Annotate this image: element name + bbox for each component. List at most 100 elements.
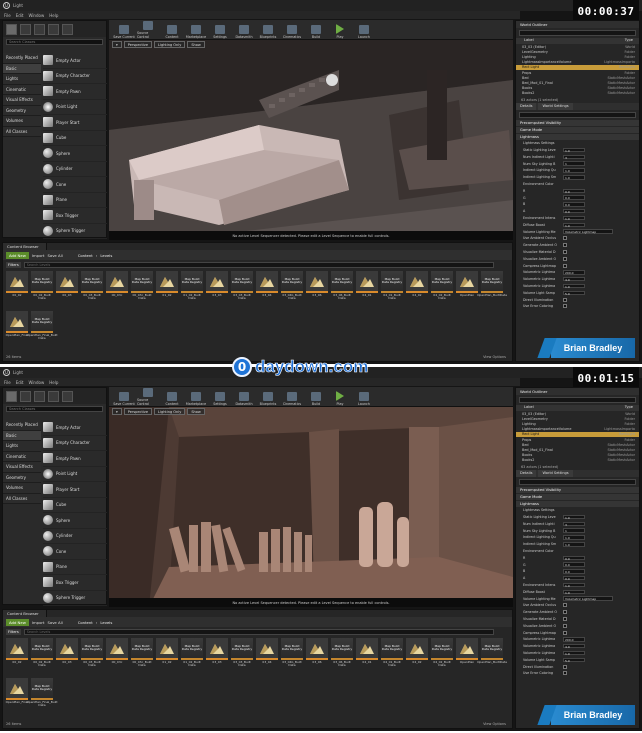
content-browser-tab[interactable]: Content Browser (3, 243, 47, 250)
asset-tile[interactable]: 03_03 (206, 271, 228, 309)
asset-tile[interactable]: Map Build Data Registry 03_06_Built Data (331, 638, 353, 676)
content-button[interactable]: Content (161, 21, 183, 39)
cinematics-button[interactable]: Cinematics (281, 388, 303, 406)
asset-tile[interactable]: Map Build Data Registry 00_03_Built Data (81, 271, 103, 309)
asset-tile[interactable]: Map Build Data Registry 00_02_Built Data (31, 638, 53, 676)
menu-window[interactable]: Window (28, 380, 44, 385)
property-value-field[interactable]: 0.0 (563, 195, 585, 200)
asset-tile[interactable]: 01_02 (156, 638, 178, 676)
details-section-header[interactable]: Precomputed Visibility (516, 486, 639, 493)
place-item[interactable]: Empty Character (43, 436, 107, 451)
settings-button[interactable]: Settings (209, 21, 231, 39)
property-value-field[interactable]: 0.0 (563, 562, 585, 567)
place-item[interactable]: Cube (43, 498, 107, 513)
marketplace-button[interactable]: Marketplace (185, 388, 207, 406)
property-value-field[interactable]: 0.0 (563, 188, 585, 194)
asset-tile[interactable]: 00_02 (6, 271, 28, 309)
property-value-field[interactable]: 1.0 (563, 147, 585, 153)
property-value-field[interactable]: 0.0 (563, 575, 585, 581)
view-options-button[interactable]: View Options (483, 355, 506, 359)
paint-mode-icon[interactable] (20, 24, 31, 35)
details-section-header[interactable]: Game Mode (516, 126, 639, 133)
property-value-field[interactable]: 5.0 (563, 290, 585, 296)
asset-tile[interactable]: OpenPlan (456, 271, 478, 309)
place-item[interactable]: Cylinder (43, 529, 107, 544)
asset-tile[interactable]: Map Build Data Registry 00_03c_Built Data (131, 638, 153, 676)
property-value-field[interactable]: 0.0 (563, 569, 585, 574)
category-cinematic[interactable]: Cinematic (3, 451, 41, 462)
category-visual-effects[interactable]: Visual Effects (3, 95, 41, 106)
place-item[interactable]: Sphere (43, 146, 107, 162)
asset-tile[interactable]: 03_06 (306, 638, 328, 676)
play-button[interactable]: Play (329, 388, 351, 406)
property-checkbox[interactable] (563, 623, 567, 628)
place-item[interactable]: Sphere Trigger (43, 591, 107, 606)
menu-edit[interactable]: Edit (16, 380, 24, 385)
settings-button[interactable]: Settings (209, 388, 231, 406)
asset-tile[interactable]: Map Build Data Registry 00_02_Built Data (31, 271, 53, 309)
asset-tile[interactable]: 04_01 (356, 638, 378, 676)
property-value-field[interactable]: 1.0 (563, 542, 585, 547)
place-item[interactable]: Player Start (43, 115, 107, 131)
property-checkbox[interactable] (563, 664, 567, 669)
property-checkbox[interactable] (563, 304, 567, 309)
save-all-button[interactable]: Save All (47, 620, 62, 625)
marketplace-button[interactable]: Marketplace (185, 21, 207, 39)
search-assets-input[interactable]: Search Levels (23, 261, 494, 268)
category-all-classes[interactable]: All Classes (3, 126, 41, 137)
asset-tile[interactable]: Map Build Data Registry OpenPlan_BuiltDat… (477, 271, 507, 309)
show-button[interactable]: Show (187, 41, 205, 48)
light-gizmo[interactable] (326, 74, 338, 86)
place-item[interactable]: Box Trigger (43, 575, 107, 591)
asset-tile[interactable]: 04_02 (406, 271, 428, 309)
asset-tile[interactable]: 03_04 (256, 638, 278, 676)
filters-button[interactable]: Filters (6, 628, 21, 635)
view-options-button[interactable]: View Options (483, 722, 506, 726)
property-value-field[interactable]: 5.0 (563, 657, 585, 663)
property-value-field[interactable]: 4.0 (563, 276, 585, 282)
asset-tile[interactable]: Map Build Data Registry 03_03_Built Data (231, 638, 253, 676)
property-value-field[interactable]: 1.0 (563, 215, 585, 221)
foliage-mode-icon[interactable] (48, 391, 59, 402)
save-current-button[interactable]: Save Current (113, 388, 135, 406)
asset-tile[interactable]: 00_03 (56, 271, 78, 309)
property-value-field[interactable]: 200.0 (563, 270, 585, 275)
place-mode-icon[interactable] (6, 24, 17, 35)
asset-tile[interactable]: 04_01 (356, 271, 378, 309)
add-new-button[interactable]: Add New (6, 618, 29, 626)
property-value-field[interactable]: Volumetric Lightmap (563, 596, 613, 601)
asset-tile[interactable]: OpenPlan (456, 638, 478, 676)
property-value-field[interactable]: 3 (563, 521, 585, 527)
level-viewport[interactable]: ▾ Perspective Lighting Only Show No acti… (109, 40, 513, 240)
details-search-input[interactable] (519, 111, 636, 118)
place-mode-icon[interactable] (6, 391, 17, 402)
place-item[interactable]: Empty Actor (43, 53, 107, 69)
launch-button[interactable]: Launch (353, 21, 375, 39)
details-search-input[interactable] (519, 478, 636, 485)
property-checkbox[interactable] (563, 236, 567, 241)
property-value-field[interactable]: 1.0 (563, 283, 585, 289)
place-item[interactable]: Box Trigger (43, 208, 107, 224)
asset-tile[interactable]: Map Build Data Registry 03_04b_Built Data (281, 638, 303, 676)
breadcrumb-content[interactable]: Content (78, 253, 93, 258)
asset-tile[interactable]: 03_03 (206, 638, 228, 676)
foliage-mode-icon[interactable] (48, 24, 59, 35)
property-value-field[interactable]: 1.0 (563, 222, 585, 228)
asset-tile[interactable]: 00_03c (106, 638, 128, 676)
view-mode-button[interactable]: Lighting Only (154, 41, 186, 48)
datasmith-button[interactable]: Datasmith (233, 388, 255, 406)
menu-edit[interactable]: Edit (16, 13, 24, 18)
asset-tile[interactable]: 00_02 (6, 638, 28, 676)
property-checkbox[interactable] (563, 297, 567, 302)
place-item[interactable]: Cube (43, 131, 107, 146)
asset-tile[interactable]: 03_06 (306, 271, 328, 309)
category-geometry[interactable]: Geometry (3, 105, 41, 116)
category-visual-effects[interactable]: Visual Effects (3, 462, 41, 473)
property-value-field[interactable]: 3 (563, 154, 585, 160)
world-outliner-tab[interactable]: World Outliner (516, 21, 639, 28)
source-control-button[interactable]: Source Control (137, 21, 159, 39)
property-value-field[interactable]: 1 (563, 161, 585, 166)
launch-button[interactable]: Launch (353, 388, 375, 406)
place-item[interactable]: Sphere (43, 513, 107, 529)
menu-file[interactable]: File (4, 13, 11, 18)
